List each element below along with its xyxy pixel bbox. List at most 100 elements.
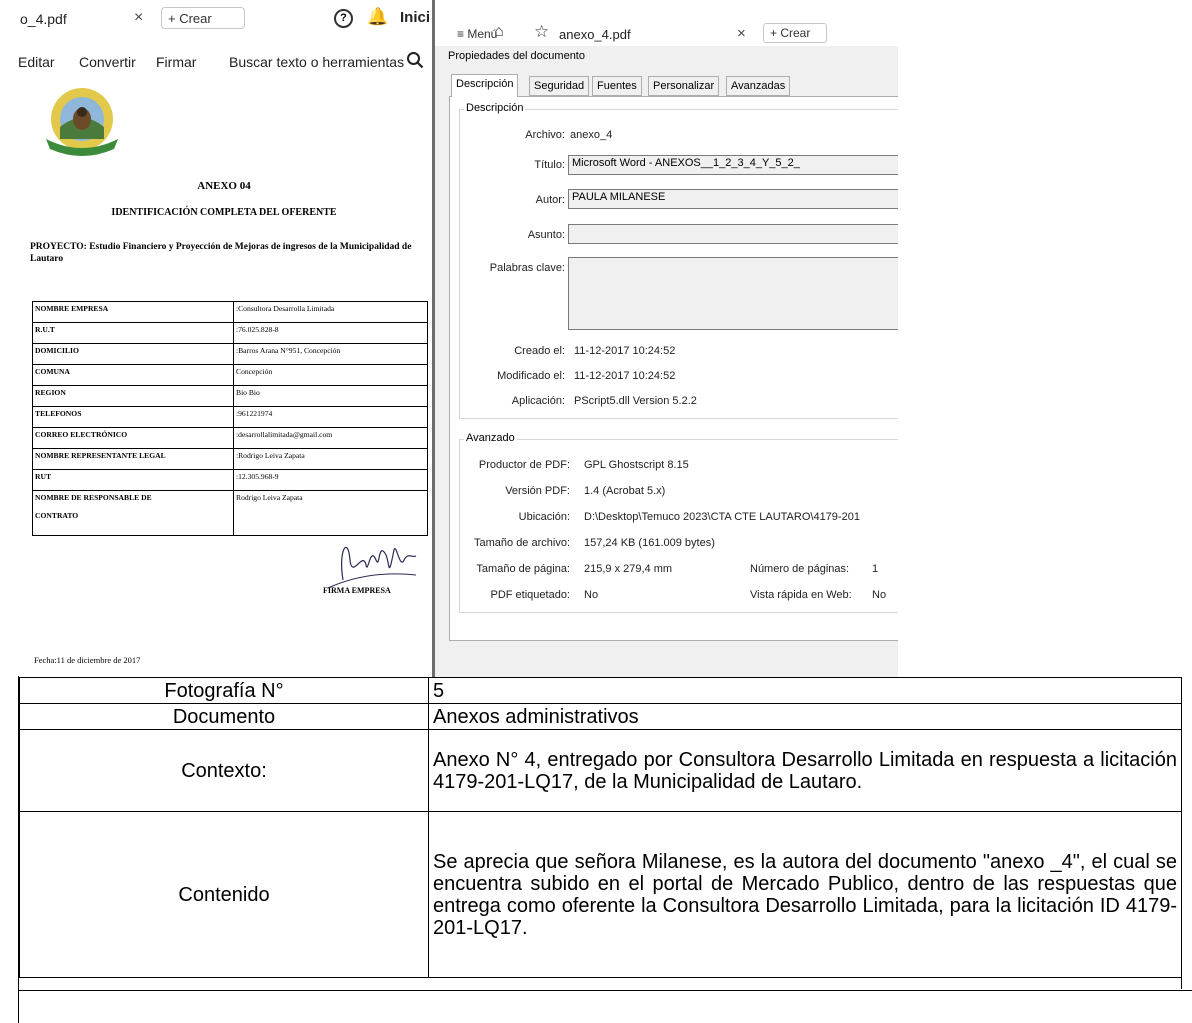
table-row: COMUNA Concepción: [32, 364, 428, 386]
toolbar-convert[interactable]: Convertir: [79, 54, 136, 70]
field-label: NOMBRE DE RESPONSABLE DE CONTRATO: [32, 490, 234, 536]
field-value: :961221974: [233, 406, 428, 428]
annex-subtitle: IDENTIFICACIÓN COMPLETA DEL OFERENTE: [111, 207, 337, 218]
table-row: NOMBRE REPRESENTANTE LEGAL:Rodrigo Leiva…: [32, 448, 428, 470]
tagged-pdf-value: No: [584, 589, 599, 601]
municipality-logo: [46, 88, 118, 156]
tab-advanced[interactable]: Avanzadas: [726, 76, 791, 96]
home-icon[interactable]: ⌂: [494, 23, 504, 41]
tab-description[interactable]: Descripción: [451, 74, 519, 97]
bell-icon[interactable]: 🔔: [367, 7, 388, 27]
keywords-field[interactable]: [568, 257, 898, 330]
close-icon[interactable]: ×: [737, 25, 746, 42]
help-icon[interactable]: ?: [334, 9, 353, 28]
tab-customize[interactable]: Personalizar: [648, 76, 720, 96]
field-label: REGION: [32, 385, 234, 407]
table-row: R.U.T:76.025.828-8: [32, 322, 428, 344]
tab-fonts[interactable]: Fuentes: [592, 76, 642, 96]
table-row: Contexto: Anexo N° 4, entregado por Cons…: [19, 729, 1182, 812]
table-row: REGION Bio Bio: [32, 385, 428, 407]
author-field[interactable]: PAULA MILANESE: [568, 189, 898, 209]
field-label: NOMBRE EMPRESA: [32, 301, 234, 323]
file-size-label: Tamaño de archivo:: [474, 537, 570, 549]
dialog-title: Propiedades del documento: [448, 50, 585, 62]
file-value: anexo_4: [570, 129, 613, 141]
table-row: NOMBRE DE RESPONSABLE DE CONTRATO Rodrigo…: [32, 490, 428, 536]
row-label: Contenido: [19, 811, 429, 978]
search-icon[interactable]: [406, 51, 424, 69]
tab-title[interactable]: anexo_4.pdf: [559, 27, 631, 42]
menu-button[interactable]: ≡ Menú: [457, 27, 497, 41]
table-row: Documento Anexos administrativos: [19, 703, 1182, 730]
page-count-value: 1: [872, 563, 879, 575]
row-label: Fotografía N°: [19, 677, 429, 704]
pdf-version-label: Versión PDF:: [505, 485, 570, 497]
toolbar-search[interactable]: Buscar texto o herramientas: [229, 54, 404, 70]
table-row: RUT:12.305.968-9: [32, 469, 428, 491]
subject-field[interactable]: [568, 224, 898, 244]
table-row: Fotografía N° 5: [19, 677, 1182, 704]
table-row: NOMBRE EMPRESA:Consultora Desarrolla Lim…: [32, 301, 428, 323]
title-field[interactable]: Microsoft Word - ANEXOS__1_2_3_4_Y_5_2_: [568, 155, 898, 175]
field-value: Concepción: [233, 364, 428, 386]
field-label: COMUNA: [32, 364, 234, 386]
fast-web-view-value: No: [872, 589, 887, 601]
field-value: :desarrollalimitada@gmail.com: [233, 427, 428, 449]
tab-security[interactable]: Seguridad: [529, 76, 590, 96]
author-label: Autor:: [535, 194, 565, 206]
row-value: Anexo N° 4, entregado por Consultora Des…: [428, 729, 1182, 812]
document-date: Fecha:11 de diciembre de 2017: [34, 655, 141, 665]
advanced-group-label: Avanzado: [464, 432, 517, 444]
create-button[interactable]: + Crear: [763, 23, 827, 43]
create-button[interactable]: + Crear: [161, 7, 245, 29]
sign-in-link[interactable]: Inici: [400, 9, 430, 26]
subject-label: Asunto:: [527, 229, 565, 241]
producer-label: Productor de PDF:: [478, 459, 570, 471]
offeror-table: NOMBRE EMPRESA:Consultora Desarrolla Lim…: [32, 301, 428, 536]
fast-web-view-label: Vista rápida en Web:: [750, 589, 852, 601]
page-bottom-rule: [18, 990, 1192, 991]
producer-value: GPL Ghostscript 8.15: [584, 459, 689, 471]
row-value: Anexos administrativos: [428, 703, 1182, 730]
created-label: Creado el:: [514, 345, 565, 357]
row-label: Documento: [19, 703, 429, 730]
created-value: 11-12-2017 10:24:52: [574, 345, 676, 357]
location-label: Ubicación:: [518, 511, 570, 523]
modified-value: 11-12-2017 10:24:52: [574, 370, 676, 382]
field-value: :12.305.968-9: [233, 469, 428, 491]
field-value: :76.025.828-8: [233, 322, 428, 344]
field-value: Rodrigo Leiva Zapata: [233, 490, 428, 536]
close-icon[interactable]: ×: [134, 9, 143, 27]
toolbar-sign[interactable]: Firmar: [156, 54, 196, 70]
dialog-panel: Descripción Archivo: anexo_4 Título: Mic…: [449, 96, 898, 641]
location-value: D:\Desktop\Temuco 2023\CTA CTE LAUTARO\4…: [584, 511, 860, 523]
file-label: Archivo:: [525, 129, 565, 141]
row-label: Contexto:: [19, 729, 429, 812]
title-label: Título:: [534, 159, 565, 171]
field-value: :Consultora Desarrolla Limitada: [233, 301, 428, 323]
pdf-viewer-screenshot-left: o_4.pdf × + Crear ? 🔔 Inici Editar Conve…: [18, 0, 430, 676]
evidence-table: Fotografía N° 5 Documento Anexos adminis…: [19, 677, 1182, 978]
row-value: 5: [428, 677, 1182, 704]
tab-title[interactable]: o_4.pdf: [20, 11, 67, 27]
row-value: Se aprecia que señora Milanese, es la au…: [428, 811, 1182, 978]
field-label: NOMBRE REPRESENTANTE LEGAL: [32, 448, 234, 470]
page-size-label: Tamaño de página:: [476, 563, 570, 575]
tagged-pdf-label: PDF etiquetado:: [490, 589, 571, 601]
field-label: R.U.T: [32, 322, 234, 344]
annex-title: ANEXO 04: [197, 180, 251, 192]
viewer-top-bar: [435, 0, 898, 46]
star-icon[interactable]: ☆: [534, 22, 549, 42]
application-value: PScript5.dll Version 5.2.2: [574, 395, 697, 407]
signature-caption: FIRMA EMPRESA: [323, 586, 391, 595]
properties-screenshot-right: ≡ Menú ⌂ ☆ anexo_4.pdf × + Crear Propied…: [432, 0, 898, 678]
table-row: DOMICILIO:Barros Arana N°951, Concepción: [32, 343, 428, 365]
table-row: CORREO ELECTRÓNICO:desarrollalimitada@gm…: [32, 427, 428, 449]
page-size-value: 215,9 x 279,4 mm: [584, 563, 673, 575]
field-label: CORREO ELECTRÓNICO: [32, 427, 234, 449]
description-group-label: Descripción: [464, 102, 526, 114]
field-label: RUT: [32, 469, 234, 491]
toolbar-edit[interactable]: Editar: [18, 54, 55, 70]
keywords-label: Palabras clave:: [489, 262, 565, 274]
field-value: :Barros Arana N°951, Concepción: [233, 343, 428, 365]
